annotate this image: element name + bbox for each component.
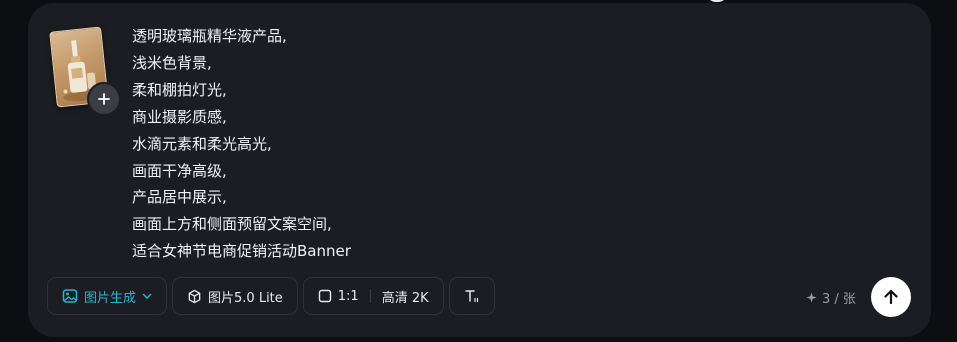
cube-icon	[188, 289, 201, 303]
arrow-up-icon	[884, 289, 898, 305]
prompt-line: 商业摄影质感,	[132, 107, 227, 126]
prompt-text-input[interactable]: 透明玻璃瓶精华液产品, 浅米色背景, 柔和棚拍灯光, 商业摄影质感, 水滴元素和…	[132, 23, 832, 265]
credit-cost-indicator: 3 / 张	[806, 288, 856, 307]
divider	[369, 289, 371, 303]
prompt-line: 画面上方和侧面预留文案空间,	[132, 215, 332, 234]
add-reference-button[interactable]	[87, 82, 121, 116]
prompt-line: 产品居中展示,	[132, 188, 227, 207]
ratio-quality-button[interactable]: 1:1 高清 2K	[302, 277, 444, 315]
text-format-icon	[464, 290, 478, 303]
mode-label: 图片生成	[84, 290, 137, 306]
prompt-line: 柔和棚拍灯光,	[132, 80, 227, 99]
prompt-line: 水滴元素和柔光高光,	[132, 134, 272, 153]
model-label: 图片5.0 Lite	[208, 290, 283, 306]
mode-select-button[interactable]: 图片生成	[47, 277, 168, 315]
prompt-line: 浅米色背景,	[132, 53, 212, 72]
top-edge-shape	[706, 0, 728, 2]
square-icon	[318, 289, 331, 303]
prompt-line: 适合女神节电商促销活动Banner	[132, 242, 351, 261]
composer-toolbar: 图片生成 图片5.0 Lite 1:1 高清 2K	[47, 277, 495, 317]
text-format-button[interactable]	[448, 277, 495, 315]
chevron-down-icon	[142, 293, 152, 299]
image-icon	[62, 289, 78, 303]
prompt-composer-card: 透明玻璃瓶精华液产品, 浅米色背景, 柔和棚拍灯光, 商业摄影质感, 水滴元素和…	[28, 3, 931, 337]
prompt-line: 透明玻璃瓶精华液产品,	[132, 27, 287, 45]
model-select-button[interactable]: 图片5.0 Lite	[172, 277, 298, 315]
sparkle-icon	[806, 292, 817, 303]
reference-image-area	[49, 25, 121, 116]
quality-label: 高清 2K	[381, 290, 429, 306]
credit-cost-text: 3 / 张	[822, 292, 856, 307]
plus-icon	[98, 93, 110, 105]
ratio-label: 1:1	[337, 288, 359, 304]
prompt-line: 画面干净高级,	[132, 161, 227, 180]
send-button[interactable]	[871, 277, 911, 317]
